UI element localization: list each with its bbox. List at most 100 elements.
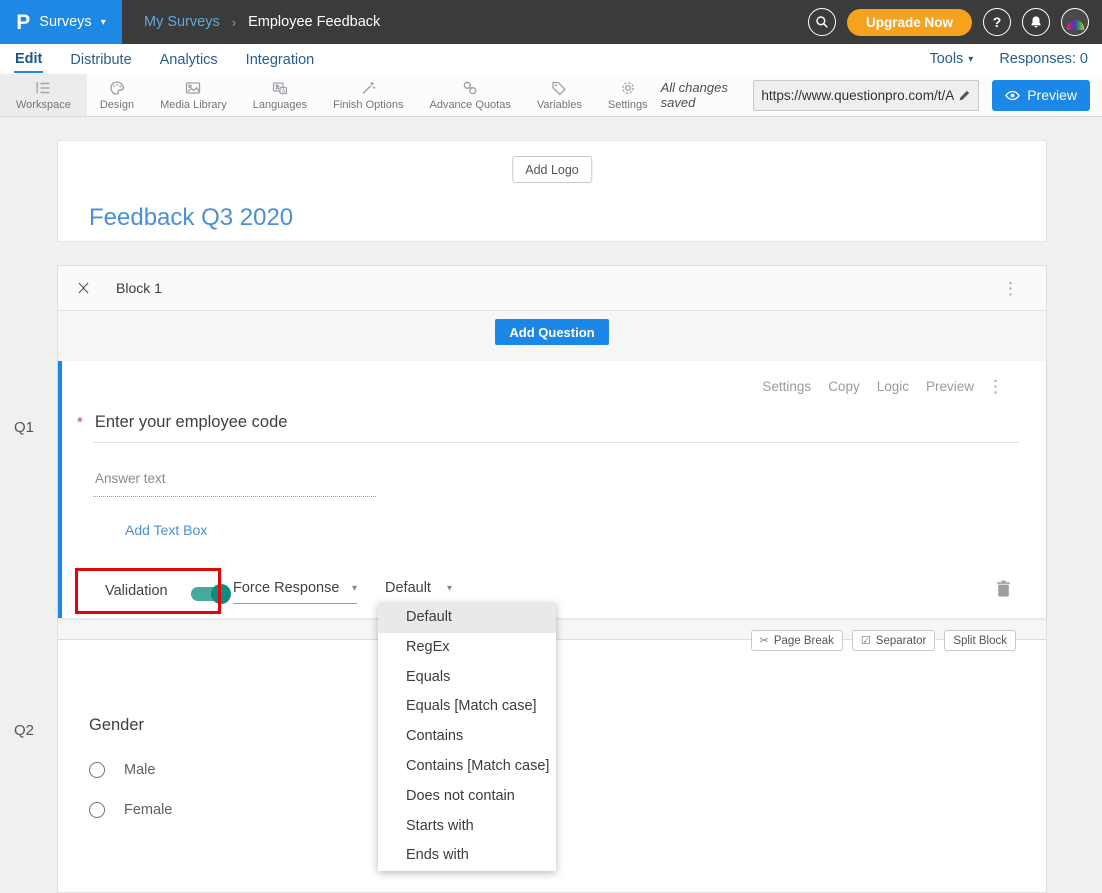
tools-dropdown[interactable]: Tools▾ bbox=[929, 51, 973, 67]
toolbar-item-settings[interactable]: Settings bbox=[595, 74, 661, 116]
radio-option-label: Female bbox=[124, 802, 172, 818]
toolbar-item-languages[interactable]: A Languages bbox=[240, 74, 320, 116]
save-status-text: All changes saved bbox=[661, 80, 741, 110]
block-title[interactable]: Block 1 bbox=[116, 280, 162, 296]
add-logo-button[interactable]: Add Logo bbox=[512, 156, 592, 183]
tab-integration[interactable]: Integration bbox=[245, 47, 316, 72]
radio-option-female[interactable]: Female bbox=[89, 802, 172, 818]
search-icon bbox=[815, 15, 829, 29]
tools-label: Tools bbox=[929, 51, 963, 67]
insert-tools-row: ✂ Page Break ☑ Separator Split Block bbox=[751, 630, 1016, 651]
breadcrumb-separator-icon: › bbox=[232, 15, 236, 30]
separator-button[interactable]: ☑ Separator bbox=[852, 630, 935, 651]
answer-text-placeholder[interactable]: Answer text bbox=[95, 471, 166, 486]
answer-input-line[interactable] bbox=[93, 496, 376, 497]
block-header: Block 1 ⋮ bbox=[58, 266, 1046, 311]
eye-icon bbox=[1005, 88, 1020, 103]
toolbar-label: Languages bbox=[253, 99, 307, 111]
question-kebab-menu-icon[interactable]: ⋮ bbox=[987, 378, 1004, 395]
chevron-down-icon: ▾ bbox=[352, 583, 357, 594]
radio-option-label: Male bbox=[124, 762, 155, 778]
validation-label: Validation bbox=[105, 583, 168, 599]
block-kebab-menu-icon[interactable]: ⋮ bbox=[1002, 280, 1019, 297]
toolbar-right-group: All changes saved https://www.questionpr… bbox=[661, 74, 1102, 116]
split-block-button[interactable]: Split Block bbox=[944, 630, 1016, 651]
toolbar-label: Design bbox=[100, 99, 134, 111]
preview-button[interactable]: Preview bbox=[992, 80, 1090, 111]
user-avatar[interactable] bbox=[1061, 8, 1089, 36]
help-button[interactable]: ? bbox=[983, 8, 1011, 36]
tab-distribute[interactable]: Distribute bbox=[69, 47, 132, 72]
toolbar-label: Settings bbox=[608, 99, 648, 111]
notifications-button[interactable] bbox=[1022, 8, 1050, 36]
survey-title[interactable]: Feedback Q3 2020 bbox=[89, 204, 293, 232]
breadcrumb-my-surveys[interactable]: My Surveys bbox=[144, 14, 220, 30]
tab-edit[interactable]: Edit bbox=[14, 46, 43, 73]
toolbar-item-advance-quotas[interactable]: Advance Quotas bbox=[416, 74, 523, 116]
translate-icon: A bbox=[271, 79, 289, 97]
toolbar-label: Variables bbox=[537, 99, 582, 111]
toolbar-label: Media Library bbox=[160, 99, 227, 111]
question-logic-link[interactable]: Logic bbox=[877, 379, 909, 394]
menu-item-contains[interactable]: Contains bbox=[378, 722, 556, 752]
breadcrumb: My Surveys › Employee Feedback bbox=[144, 14, 380, 30]
validation-toggle[interactable] bbox=[191, 587, 229, 601]
question-preview-link[interactable]: Preview bbox=[926, 379, 974, 394]
toolbar-item-media-library[interactable]: Media Library bbox=[147, 74, 240, 116]
workspace-icon bbox=[34, 79, 52, 97]
toolbar-item-design[interactable]: Design bbox=[87, 74, 147, 116]
menu-item-contains-match-case[interactable]: Contains [Match case] bbox=[378, 752, 556, 782]
question-text[interactable]: Gender bbox=[89, 716, 144, 735]
radio-option-male[interactable]: Male bbox=[89, 762, 155, 778]
question-settings-link[interactable]: Settings bbox=[762, 379, 811, 394]
page-break-label: Page Break bbox=[774, 635, 834, 647]
toolbar-label: Finish Options bbox=[333, 99, 403, 111]
menu-item-equals[interactable]: Equals bbox=[378, 663, 556, 693]
validation-type-dropdown[interactable]: Default ▾ bbox=[385, 580, 452, 604]
question-copy-link[interactable]: Copy bbox=[828, 379, 860, 394]
question-actions: Settings Copy Logic Preview bbox=[762, 379, 974, 394]
toolbar-item-finish-options[interactable]: Finish Options bbox=[320, 74, 416, 116]
chevron-down-icon: ▾ bbox=[447, 583, 452, 594]
menu-item-equals-match-case[interactable]: Equals [Match case] bbox=[378, 692, 556, 722]
page-break-button[interactable]: ✂ Page Break bbox=[751, 630, 843, 651]
toolbar-item-workspace[interactable]: Workspace bbox=[0, 74, 87, 116]
validation-type-menu: Default RegEx Equals Equals [Match case]… bbox=[378, 603, 556, 871]
question-title-row[interactable]: * Enter your employee code bbox=[77, 413, 287, 432]
tab-analytics[interactable]: Analytics bbox=[159, 47, 219, 72]
image-icon bbox=[184, 79, 202, 97]
menu-item-starts-with[interactable]: Starts with bbox=[378, 812, 556, 842]
survey-url-field[interactable]: https://www.questionpro.com/t/A bbox=[753, 80, 979, 111]
collapse-block-icon[interactable] bbox=[80, 280, 87, 296]
required-asterisk: * bbox=[77, 414, 83, 431]
force-response-dropdown[interactable]: Force Response ▾ bbox=[233, 580, 357, 604]
surveys-app-menu[interactable]: P Surveys ▾ bbox=[0, 0, 122, 44]
edit-toolbar: Workspace Design Media Library A Languag… bbox=[0, 74, 1102, 117]
add-text-box-link[interactable]: Add Text Box bbox=[125, 522, 207, 538]
delete-question-button[interactable] bbox=[996, 580, 1011, 600]
menu-item-ends-with[interactable]: Ends with bbox=[378, 841, 556, 871]
question-index-q2: Q2 bbox=[14, 722, 34, 739]
chain-icon bbox=[461, 79, 479, 97]
palette-icon bbox=[108, 79, 126, 97]
survey-section-tabs: Edit Distribute Analytics Integration To… bbox=[0, 44, 1102, 74]
question-index-q1: Q1 bbox=[14, 419, 34, 436]
wand-icon bbox=[359, 79, 377, 97]
menu-item-does-not-contain[interactable]: Does not contain bbox=[378, 782, 556, 812]
radio-button-icon[interactable] bbox=[89, 762, 105, 778]
add-question-button[interactable]: Add Question bbox=[495, 319, 608, 345]
preview-label: Preview bbox=[1027, 87, 1077, 103]
toolbar-item-variables[interactable]: Variables bbox=[524, 74, 595, 116]
menu-item-regex[interactable]: RegEx bbox=[378, 633, 556, 663]
app-menu-label: Surveys bbox=[39, 14, 91, 30]
pencil-icon[interactable] bbox=[958, 89, 971, 102]
toolbar-label: Advance Quotas bbox=[429, 99, 510, 111]
checkbox-checked-icon: ☑ bbox=[861, 634, 871, 647]
upgrade-now-button[interactable]: Upgrade Now bbox=[847, 9, 972, 36]
radio-button-icon[interactable] bbox=[89, 802, 105, 818]
force-response-value: Force Response bbox=[233, 580, 339, 596]
question-text[interactable]: Enter your employee code bbox=[95, 413, 288, 431]
responses-count[interactable]: Responses: 0 bbox=[999, 51, 1088, 67]
menu-item-default[interactable]: Default bbox=[378, 603, 556, 633]
search-button[interactable] bbox=[808, 8, 836, 36]
